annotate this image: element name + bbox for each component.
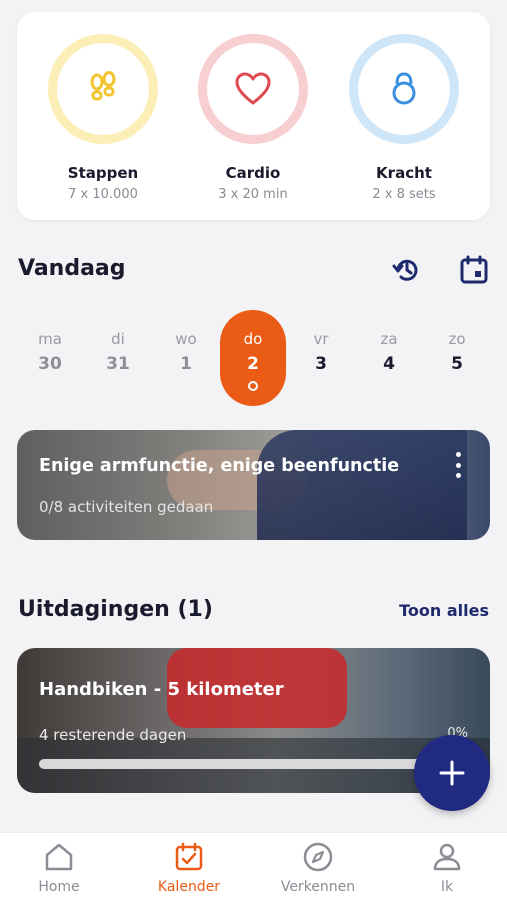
section-title-vandaag: Vandaag: [18, 256, 126, 281]
calendar-icon[interactable]: [458, 254, 490, 286]
challenge-title: Handbiken - 5 kilometer: [39, 679, 284, 700]
more-options-icon[interactable]: [448, 452, 468, 478]
home-icon: [45, 843, 73, 871]
goal-target: 7 x 10.000: [68, 187, 138, 202]
day-date: 1: [180, 354, 192, 374]
day-name: di: [111, 330, 125, 348]
nav-verkennen[interactable]: Verkennen: [268, 841, 368, 895]
heart-icon: [235, 72, 271, 105]
day-date: 2: [247, 354, 259, 374]
nav-label: Home: [38, 879, 80, 895]
goal-ring: [349, 34, 459, 144]
day-name: za: [380, 330, 398, 348]
day-date: 3: [315, 354, 327, 374]
kettlebell-icon: [392, 72, 416, 105]
day-ma[interactable]: ma 30: [17, 310, 83, 406]
section-title-uitdagingen: Uitdagingen (1): [18, 597, 213, 622]
activity-card[interactable]: Enige armfunctie, enige beenfunctie 0/8 …: [17, 430, 490, 540]
day-vr[interactable]: vr 3: [288, 310, 354, 406]
goal-target: 2 x 8 sets: [372, 187, 436, 202]
day-wo[interactable]: wo 1: [153, 310, 219, 406]
weekly-goals-card: Stappen 7 x 10.000 Cardio 3 x 20 min Kra…: [17, 12, 490, 220]
card-photo-detail: [257, 430, 467, 540]
user-icon: [433, 843, 461, 871]
goal-cardio[interactable]: Cardio 3 x 20 min: [188, 34, 318, 202]
challenge-days-left: 4 resterende dagen: [39, 726, 187, 744]
goal-target: 3 x 20 min: [218, 187, 288, 202]
day-date: 30: [38, 354, 62, 374]
day-date: 5: [451, 354, 463, 374]
challenge-progress-bar: [39, 759, 439, 769]
history-icon[interactable]: [391, 254, 423, 286]
compass-icon: [303, 842, 333, 872]
nav-label: Verkennen: [280, 879, 356, 895]
today-indicator: [248, 381, 258, 391]
day-za[interactable]: za 4: [356, 310, 422, 406]
nav-label: Ik: [440, 879, 454, 895]
activity-progress-text: 0/8 activiteiten gedaan: [39, 498, 214, 516]
day-name: ma: [38, 330, 62, 348]
goal-title: Stappen: [67, 164, 139, 182]
activity-title: Enige armfunctie, enige beenfunctie: [39, 456, 400, 476]
day-zo[interactable]: zo 5: [424, 310, 490, 406]
nav-kalender[interactable]: Kalender: [139, 841, 239, 895]
calendar-check-icon: [175, 842, 203, 871]
nav-ik[interactable]: Ik: [397, 841, 497, 895]
footprints-icon: [90, 71, 116, 101]
day-name: vr: [313, 330, 329, 348]
goal-ring: [198, 34, 308, 144]
bottom-navigation: Home Kalender Verkennen Ik: [0, 832, 507, 900]
goal-title: Cardio: [225, 164, 281, 182]
goal-ring: [48, 34, 158, 144]
day-name: zo: [448, 330, 466, 348]
goal-title: Kracht: [376, 164, 432, 182]
day-date: 4: [383, 354, 395, 374]
day-name: wo: [175, 330, 197, 348]
plus-icon: [439, 760, 465, 786]
day-di[interactable]: di 31: [85, 310, 151, 406]
show-all-link[interactable]: Toon alles: [399, 601, 489, 620]
nav-label: Kalender: [157, 879, 221, 895]
day-date: 31: [106, 354, 130, 374]
day-name: do: [243, 330, 263, 348]
goal-kracht[interactable]: Kracht 2 x 8 sets: [339, 34, 469, 202]
nav-home[interactable]: Home: [9, 841, 109, 895]
add-button[interactable]: [414, 735, 490, 811]
goal-stappen[interactable]: Stappen 7 x 10.000: [38, 34, 168, 202]
day-do-selected[interactable]: do 2: [220, 310, 286, 406]
